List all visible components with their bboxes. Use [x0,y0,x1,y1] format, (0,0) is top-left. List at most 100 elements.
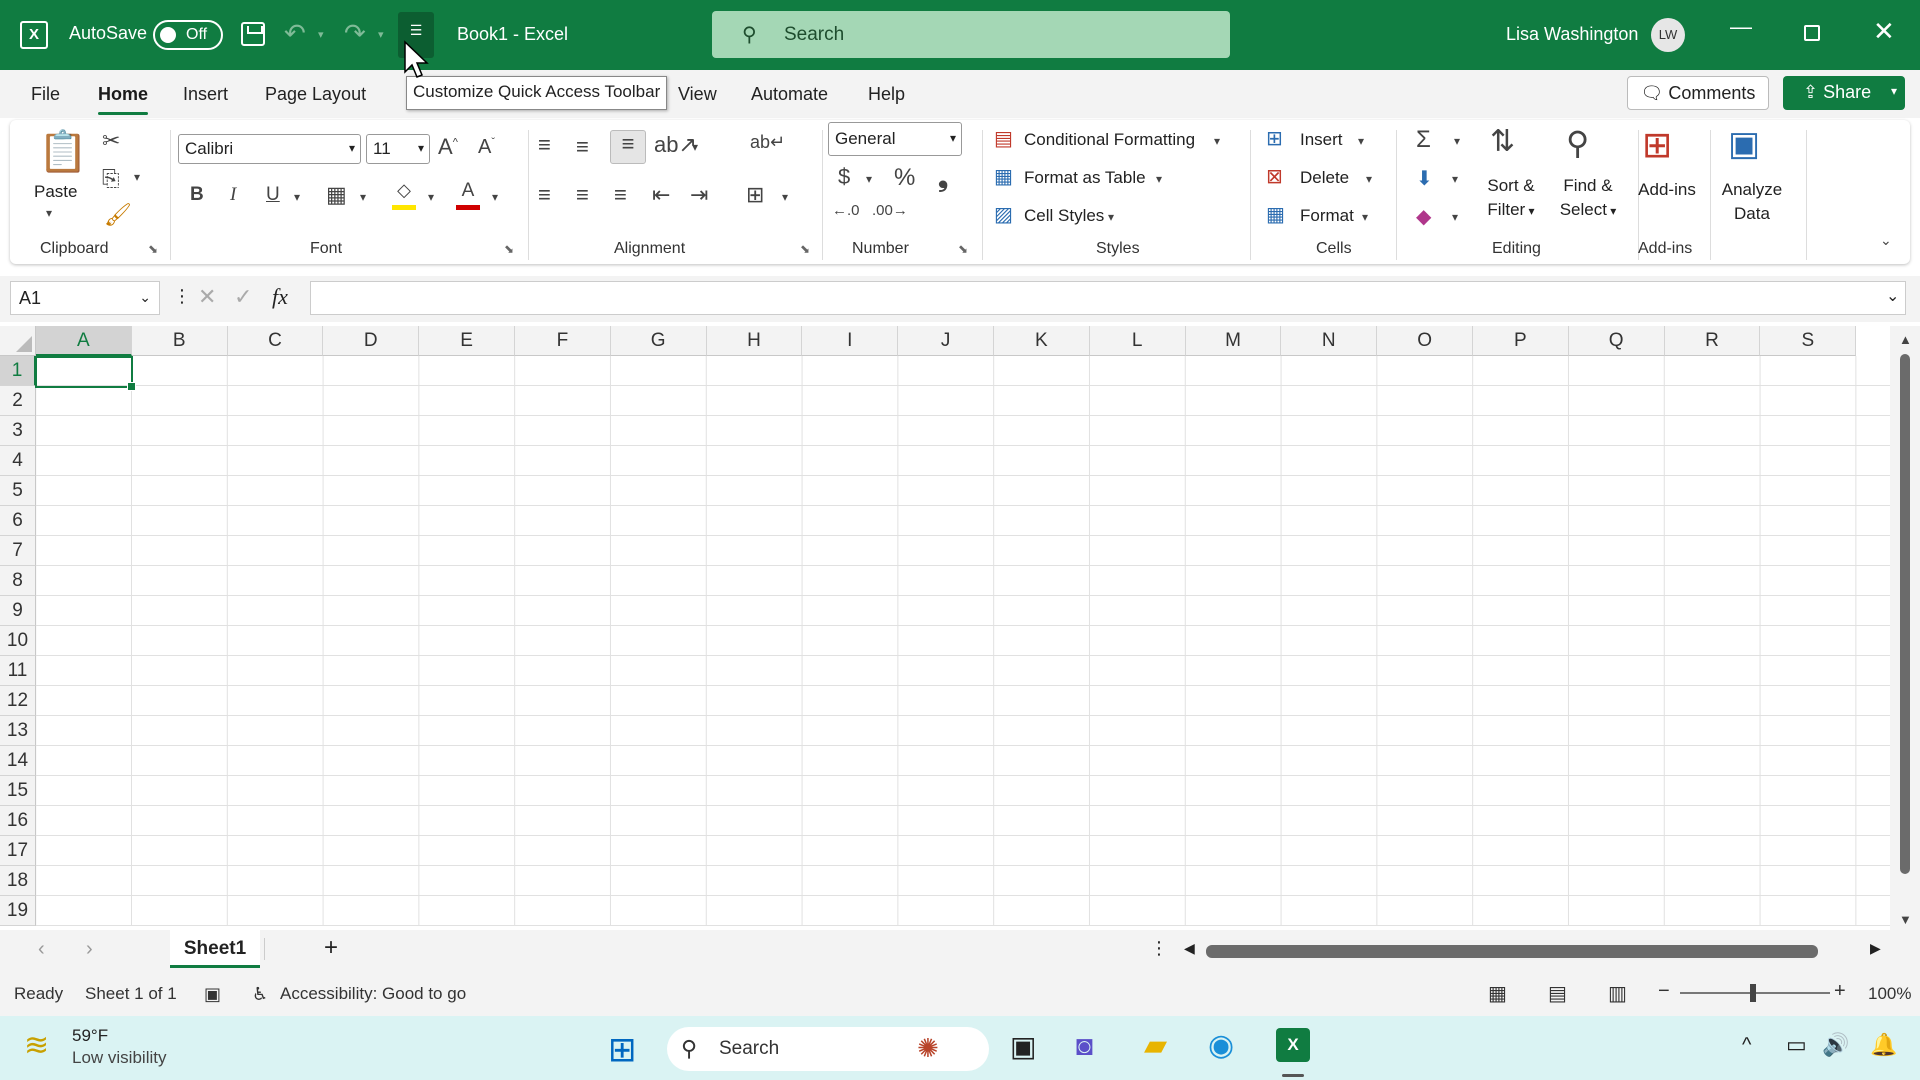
merge-center-icon[interactable]: ⊞ [746,182,764,208]
increase-decimal-icon[interactable]: ←.0 [832,202,860,219]
column-header-o[interactable]: O [1377,326,1473,356]
row-header-15[interactable]: 15 [0,776,36,806]
chevron-down-icon[interactable]: ▾ [1366,172,1372,186]
prev-sheet-icon[interactable]: ‹ [38,938,45,961]
insert-cells-icon[interactable]: ⊞ [1266,126,1283,151]
tab-file[interactable]: File [31,84,60,105]
active-cell[interactable] [35,356,136,391]
tab-insert[interactable]: Insert [183,84,228,105]
chevron-down-icon[interactable]: ▾ [692,140,698,154]
macro-record-icon[interactable]: ▣ [204,984,221,1005]
zoom-level[interactable]: 100% [1868,984,1911,1004]
row-header-14[interactable]: 14 [0,746,36,776]
row-header-5[interactable]: 5 [0,476,36,506]
add-sheet-icon[interactable]: + [324,934,338,962]
column-header-c[interactable]: C [227,326,324,356]
column-header-j[interactable]: J [898,326,994,356]
cell-styles-icon[interactable]: ▨ [994,202,1013,227]
find-select-button[interactable]: Find & Select ▾ [1550,174,1626,223]
horizontal-scrollbar[interactable] [1188,945,1833,958]
enter-icon[interactable]: ✓ [234,284,252,310]
weather-desc[interactable]: Low visibility [72,1048,166,1068]
weather-temp[interactable]: 59°F [72,1026,108,1046]
align-bottom-icon[interactable]: ≡ [610,130,646,164]
sheet-tab[interactable]: Sheet1 [170,930,260,968]
undo-icon[interactable]: ↶ [284,18,306,49]
scroll-thumb[interactable] [1900,354,1910,874]
zoom-in-icon[interactable]: + [1834,980,1846,1003]
edge-icon[interactable]: ◉ [1208,1028,1234,1063]
column-header-d[interactable]: D [323,326,420,356]
conditional-formatting-button[interactable]: Conditional Formatting [1024,130,1195,150]
column-header-l[interactable]: L [1089,326,1186,356]
normal-view-icon[interactable]: ▦ [1488,981,1507,1006]
scroll-up-icon[interactable]: ▲ [1899,332,1912,347]
next-sheet-icon[interactable]: › [86,938,93,961]
chevron-down-icon[interactable]: ▾ [492,190,498,204]
autosave-toggle[interactable]: Off [153,20,223,50]
align-middle-icon[interactable]: ≡ [576,134,589,160]
column-header-a[interactable]: A [36,326,132,356]
volume-icon[interactable]: 🔊 [1822,1032,1849,1058]
row-header-7[interactable]: 7 [0,536,36,566]
zoom-out-icon[interactable]: − [1658,980,1670,1003]
row-header-17[interactable]: 17 [0,836,36,866]
align-top-icon[interactable]: ≡ [538,132,551,158]
task-view-icon[interactable]: ▣ [1010,1030,1036,1063]
italic-icon[interactable]: I [230,184,236,206]
insert-cells-button[interactable]: Insert [1300,130,1343,150]
row-header-2[interactable]: 2 [0,386,36,416]
number-format-select[interactable]: General ▾ [828,122,962,156]
weather-icon[interactable]: ≋ [24,1028,49,1063]
bold-icon[interactable]: B [190,184,204,206]
restore-icon[interactable] [1804,25,1820,41]
spreadsheet-grid[interactable]: A B C D E F G H I J K L M N O P Q R S 1 2 3 4 5 6 7 8 9 10 11 12 13 14 15… [0,326,1890,926]
underline-icon[interactable]: U [266,184,280,206]
column-header-g[interactable]: G [610,326,707,356]
row-header-12[interactable]: 12 [0,686,36,716]
orientation-icon[interactable]: ab↗ [654,132,697,158]
chevron-down-icon[interactable]: ▾ [866,172,872,186]
chat-icon[interactable]: ◙ [1076,1030,1093,1062]
expand-formula-icon[interactable]: ⌄ [1886,286,1899,306]
more-options-icon[interactable]: ⋮ [173,286,191,307]
column-header-s[interactable]: S [1760,326,1857,356]
avatar[interactable]: LW [1651,18,1685,52]
chevron-down-icon[interactable]: ▾ [1454,134,1460,148]
column-header-h[interactable]: H [706,326,803,356]
vertical-scrollbar[interactable]: ▲ ▼ [1890,326,1920,930]
align-center-icon[interactable]: ≡ [576,182,589,208]
chevron-up-icon[interactable]: ^ [1742,1034,1751,1057]
user-name[interactable]: Lisa Washington [1506,24,1638,45]
chevron-down-icon[interactable]: ▾ [1108,210,1114,224]
zoom-slider-thumb[interactable] [1750,984,1756,1002]
row-header-1[interactable]: 1 [0,356,36,386]
chevron-down-icon[interactable]: ▾ [1358,134,1364,148]
row-header-3[interactable]: 3 [0,416,36,446]
notification-icon[interactable]: 🔔 [1870,1032,1897,1058]
fill-icon[interactable]: ⬇ [1416,166,1433,191]
row-header-19[interactable]: 19 [0,896,36,926]
currency-icon[interactable]: $ [838,164,850,190]
chevron-down-icon[interactable]: ▾ [1214,134,1220,148]
column-header-q[interactable]: Q [1568,326,1665,356]
cell-area[interactable] [36,356,1890,926]
decrease-font-icon[interactable]: Aˇ [478,136,495,159]
close-icon[interactable]: ✕ [1873,16,1895,47]
scroll-down-icon[interactable]: ▼ [1899,912,1912,927]
paste-icon[interactable]: 📋 [38,128,88,175]
dialog-launcher-icon[interactable]: ⬊ [958,242,968,256]
ribbon-collapse-icon[interactable]: ⌄ [1880,232,1892,249]
copy-icon[interactable]: ⎘ [102,166,120,192]
scroll-right-icon[interactable]: ▶ [1870,940,1881,957]
chevron-down-icon[interactable]: ▾ [1452,172,1458,186]
tab-page-layout[interactable]: Page Layout [265,84,366,105]
tab-automate[interactable]: Automate [751,84,828,105]
paste-label[interactable]: Paste [34,180,77,204]
chevron-down-icon[interactable]: ▾ [428,190,434,204]
start-icon[interactable]: ⊞ [608,1030,637,1070]
format-as-table-button[interactable]: Format as Table [1024,168,1146,188]
analyze-data-button[interactable]: Analyze Data [1716,178,1788,226]
page-layout-view-icon[interactable]: ▤ [1548,981,1567,1006]
network-icon[interactable]: ▭ [1786,1032,1807,1058]
